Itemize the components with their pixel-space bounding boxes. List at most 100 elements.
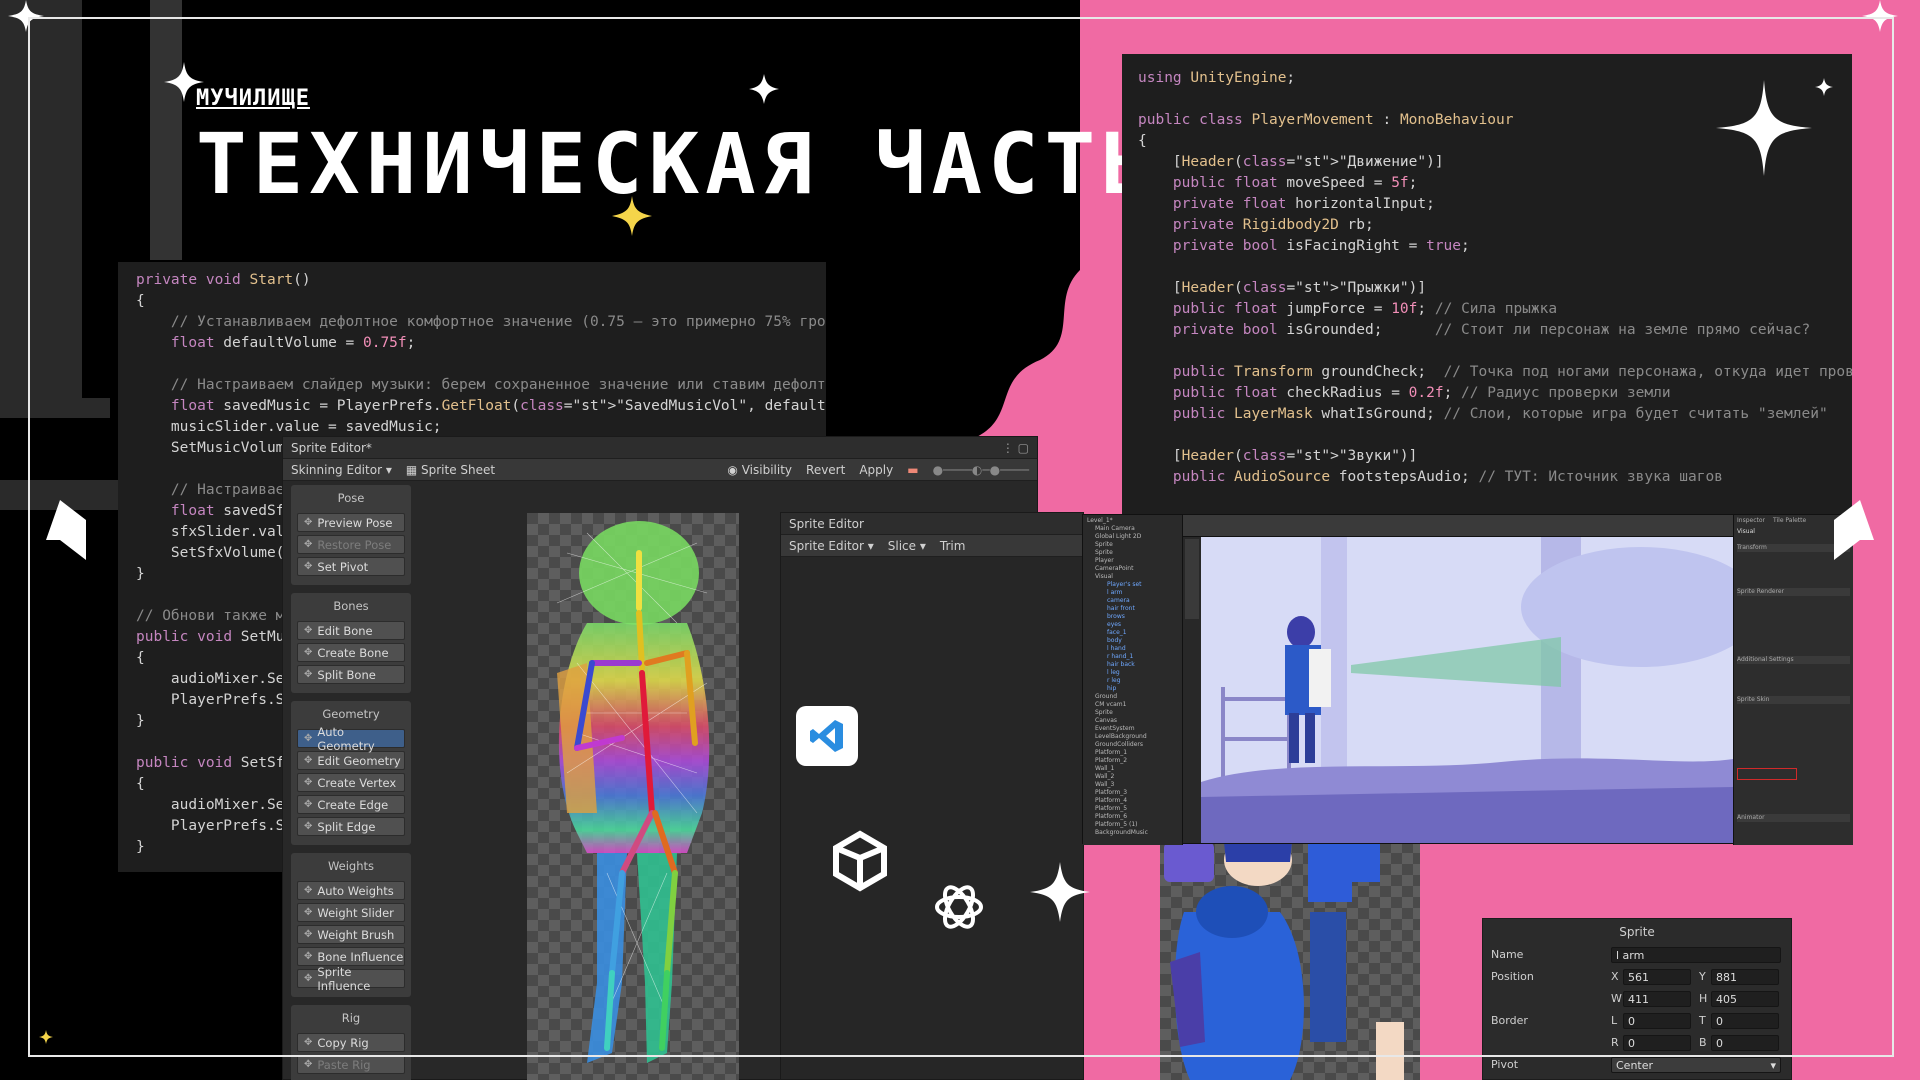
hierarchy-item[interactable]: LevelBackground [1085,733,1180,741]
sprite-editor-2-tab[interactable]: Sprite Editor [789,517,864,531]
h-field[interactable]: 405 [1711,990,1779,1007]
edit-geometry-button[interactable]: ✥ Edit Geometry [297,751,405,770]
hierarchy-item[interactable]: Platform_5 (1) [1085,821,1180,829]
inspector-section[interactable]: Additional Settings [1737,656,1850,664]
preview-pose-button[interactable]: ✥ Preview Pose [297,513,405,532]
hierarchy-item[interactable]: hip [1085,685,1180,693]
inspector-section[interactable]: Animator [1737,814,1850,822]
sprite-editor-tab[interactable]: Sprite Editor* [291,441,372,455]
trim-button[interactable]: Trim [940,539,966,553]
x-field[interactable]: 561 [1623,968,1691,985]
weight-brush-button[interactable]: ✥ Weight Brush [297,925,405,944]
hierarchy-item[interactable]: Wall_2 [1085,773,1180,781]
tool-icon: ✥ [304,733,313,744]
hierarchy-item[interactable]: Global Light 2D [1085,533,1180,541]
hierarchy-item[interactable]: CameraPoint [1085,565,1180,573]
hierarchy-item[interactable]: l hand [1085,645,1180,653]
weight-slider-button[interactable]: ✥ Weight Slider [297,903,405,922]
hierarchy-item[interactable]: hair back [1085,661,1180,669]
hierarchy-item[interactable]: Platform_5 [1085,805,1180,813]
hierarchy-item[interactable]: Sprite [1085,709,1180,717]
hierarchy-item[interactable]: Player's set [1085,581,1180,589]
code-line: private bool isGrounded; // Стоит ли пер… [1172,322,1811,338]
sprite-sheet-preview[interactable] [1160,834,1420,1080]
hierarchy-item[interactable]: camera [1085,597,1180,605]
hierarchy-item[interactable]: brows [1085,613,1180,621]
hierarchy-item[interactable]: Wall_1 [1085,765,1180,773]
window-menu-icon[interactable]: ⋮ ▢ [1002,441,1029,455]
scene-tools[interactable] [1185,539,1199,619]
color-icon[interactable]: ▬ [907,463,918,477]
hierarchy-item[interactable]: Platform_4 [1085,797,1180,805]
hierarchy-item[interactable]: Canvas [1085,717,1180,725]
split-bone-button[interactable]: ✥ Split Bone [297,665,405,684]
inspector-tab[interactable]: Inspector [1737,517,1765,525]
sprite-sheet-button[interactable]: ▦ Sprite Sheet [406,463,495,477]
edit-bone-button[interactable]: ✥ Edit Bone [297,621,405,640]
highlighted-button[interactable] [1737,768,1797,780]
restore-pose-button[interactable]: ✥ Restore Pose [297,535,405,554]
auto-geometry-button[interactable]: ✥ Auto Geometry [297,725,405,753]
hierarchy-item[interactable]: body [1085,637,1180,645]
hierarchy-item[interactable]: Platform_6 [1085,813,1180,821]
skinning-editor-dropdown[interactable]: Skinning Editor ▾ [291,463,392,477]
hierarchy-item[interactable]: Player [1085,557,1180,565]
hierarchy-item[interactable]: eyes [1085,621,1180,629]
zoom-slider[interactable]: ●────◐─●──── [933,463,1029,477]
sprite-editor-mode-dropdown[interactable]: Sprite Editor ▾ [789,539,874,553]
character-parts [1164,834,1404,1080]
inspector-section[interactable]: Sprite Renderer [1737,588,1850,596]
b-field[interactable]: 0 [1711,1034,1779,1051]
hierarchy-item[interactable]: Sprite [1085,541,1180,549]
paste-rig-button[interactable]: ✥ Paste Rig [297,1055,405,1074]
hierarchy-item[interactable]: Platform_2 [1085,757,1180,765]
bone-influence-button[interactable]: ✥ Bone Influence [297,947,405,966]
visibility-button[interactable]: ◉ Visibility [727,463,792,477]
pivot-dropdown[interactable]: Center ▾ [1611,1056,1781,1073]
hierarchy-item[interactable]: CM vcam1 [1085,701,1180,709]
hierarchy-item[interactable]: Ground [1085,693,1180,701]
hierarchy-item[interactable]: Sprite [1085,549,1180,557]
hierarchy-item[interactable]: Visual [1085,573,1180,581]
copy-rig-button[interactable]: ✥ Copy Rig [297,1033,405,1052]
hierarchy-item[interactable]: Level_1* [1085,517,1180,525]
hierarchy-item[interactable]: l arm [1085,589,1180,597]
w-field[interactable]: 411 [1623,990,1691,1007]
hierarchy-item[interactable]: BackgroundMusic [1085,829,1180,837]
tile-palette-tab[interactable]: Tile Palette [1773,517,1806,525]
tool-icon: ✥ [304,907,313,918]
inspector-section[interactable]: Sprite Skin [1737,696,1850,704]
hierarchy-item[interactable]: EventSystem [1085,725,1180,733]
hierarchy-item[interactable]: Platform_1 [1085,749,1180,757]
auto-weights-button[interactable]: ✥ Auto Weights [297,881,405,900]
slice-dropdown[interactable]: Slice ▾ [888,539,926,553]
hierarchy-item[interactable]: Platform_3 [1085,789,1180,797]
skinning-canvas[interactable] [527,513,739,1080]
split-edge-button[interactable]: ✥ Split Edge [297,817,405,836]
hierarchy-item[interactable]: Main Camera [1085,525,1180,533]
create-edge-button[interactable]: ✥ Create Edge [297,795,405,814]
l-field[interactable]: 0 [1623,1012,1691,1029]
y-field[interactable]: 881 [1711,968,1779,985]
set-pivot-button[interactable]: ✥ Set Pivot [297,557,405,576]
hierarchy-item[interactable]: r leg [1085,677,1180,685]
r-field[interactable]: 0 [1623,1034,1691,1051]
hierarchy-item[interactable]: r hand_1 [1085,653,1180,661]
code-line: [Header(class="st">"Прыжки")] [1138,280,1427,296]
code-line: private void Start() [136,272,311,288]
hierarchy-item[interactable]: hair front [1085,605,1180,613]
sprite-influence-button[interactable]: ✥ Sprite Influence [297,965,405,993]
hierarchy-item[interactable]: GroundColliders [1085,741,1180,749]
create-bone-button[interactable]: ✥ Create Bone [297,643,405,662]
tool-group-header: Weights [327,859,375,873]
t-field[interactable]: 0 [1711,1012,1779,1029]
hierarchy-item[interactable]: face_1 [1085,629,1180,637]
create-vertex-button[interactable]: ✥ Create Vertex [297,773,405,792]
hierarchy-item[interactable]: Wall_3 [1085,781,1180,789]
revert-button[interactable]: Revert [806,463,845,477]
scene-view[interactable] [1201,537,1733,843]
apply-button[interactable]: Apply [859,463,893,477]
inspector-section[interactable]: Transform [1737,544,1850,552]
name-field[interactable]: l arm [1611,946,1781,963]
hierarchy-item[interactable]: l leg [1085,669,1180,677]
